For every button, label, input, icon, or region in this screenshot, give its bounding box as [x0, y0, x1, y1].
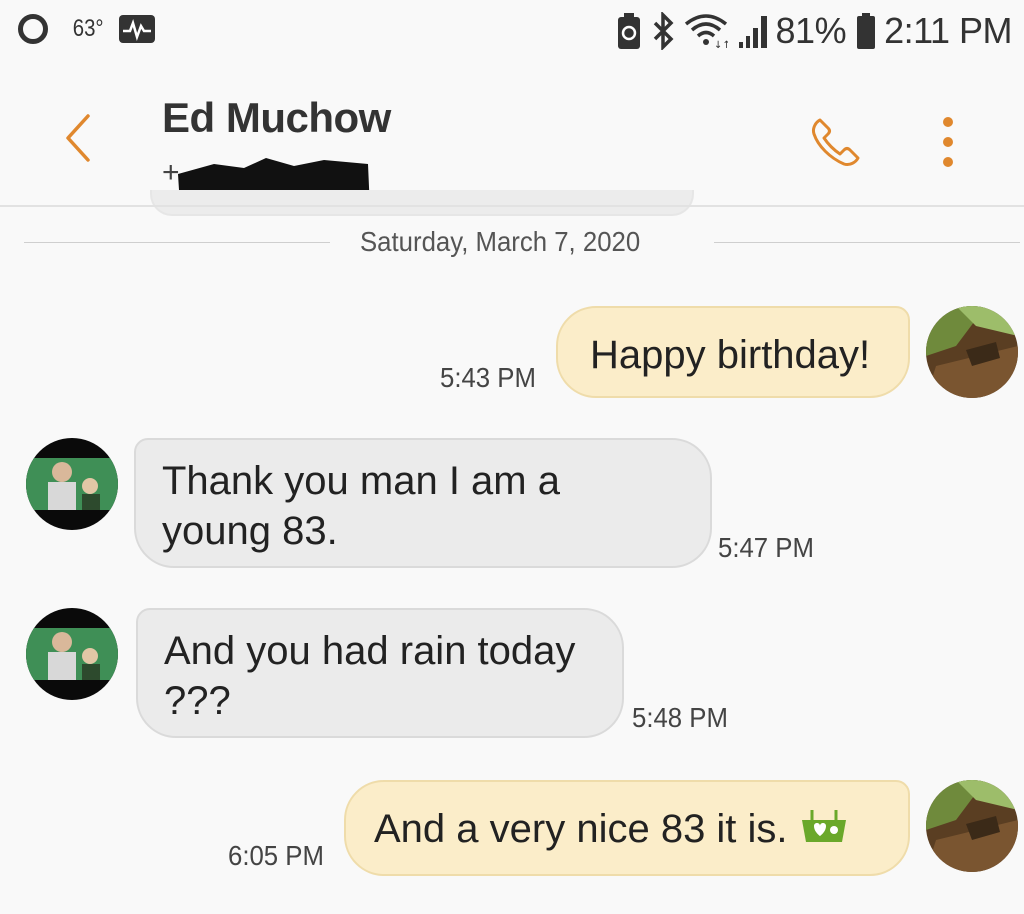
date-separator: Saturday, March 7, 2020: [24, 226, 1020, 260]
message-bubble-incoming[interactable]: Thank you man I am a young 83.: [134, 438, 712, 568]
back-button[interactable]: [58, 110, 98, 166]
message-text-line: ???: [164, 679, 231, 723]
message-bubble-outgoing[interactable]: And a very nice 83 it is.: [344, 780, 910, 876]
message-bubble-outgoing[interactable]: Happy birthday!: [556, 306, 910, 398]
message-time: 6:05 PM: [228, 840, 324, 871]
contact-avatar[interactable]: [26, 438, 118, 530]
my-avatar[interactable]: [926, 306, 1018, 398]
clock: 2:11 PM: [884, 10, 1012, 51]
wifi-icon: ↓↑: [684, 14, 728, 50]
date-label: Saturday, March 7, 2020: [360, 226, 641, 257]
contact-name: Ed Muchow: [162, 94, 391, 141]
divider-line: [714, 242, 1020, 243]
message-text-line: young 83.: [162, 509, 338, 553]
message-text: And a very nice 83 it is.: [374, 807, 788, 851]
signal-icon: [738, 16, 767, 48]
status-bar: 63° ↓↑ 81% 2:11 PM: [0, 0, 1024, 72]
battery-percent: 81%: [775, 10, 847, 51]
message-text-line: And you had rain today: [164, 629, 576, 673]
battery-icon: [857, 13, 876, 49]
contact-avatar[interactable]: [26, 608, 118, 700]
previous-message-edge: [150, 190, 694, 216]
message-text: Happy birthday!: [590, 333, 871, 377]
my-avatar[interactable]: [926, 780, 1018, 872]
message-time: 5:43 PM: [440, 362, 536, 393]
header-divider: [0, 205, 1024, 207]
message-bubble-incoming[interactable]: And you had rain today ???: [136, 608, 624, 738]
phone-icon[interactable]: [806, 112, 866, 172]
cake-emoji-icon: [801, 810, 846, 842]
conversation-header: Ed Muchow +: [0, 72, 1024, 212]
svg-text:↓↑: ↓↑: [714, 40, 728, 50]
circle-icon: [18, 14, 48, 44]
temperature: 63°: [72, 15, 104, 42]
pulse-icon: [119, 15, 156, 43]
divider-line: [24, 242, 330, 243]
bluetooth-icon: [653, 12, 674, 50]
message-time: 5:48 PM: [632, 702, 728, 733]
battery-saver-icon: [617, 13, 640, 49]
more-options-icon[interactable]: [928, 112, 968, 172]
message-text-line: Thank you man I am a: [162, 459, 560, 503]
message-time: 5:47 PM: [718, 532, 814, 563]
